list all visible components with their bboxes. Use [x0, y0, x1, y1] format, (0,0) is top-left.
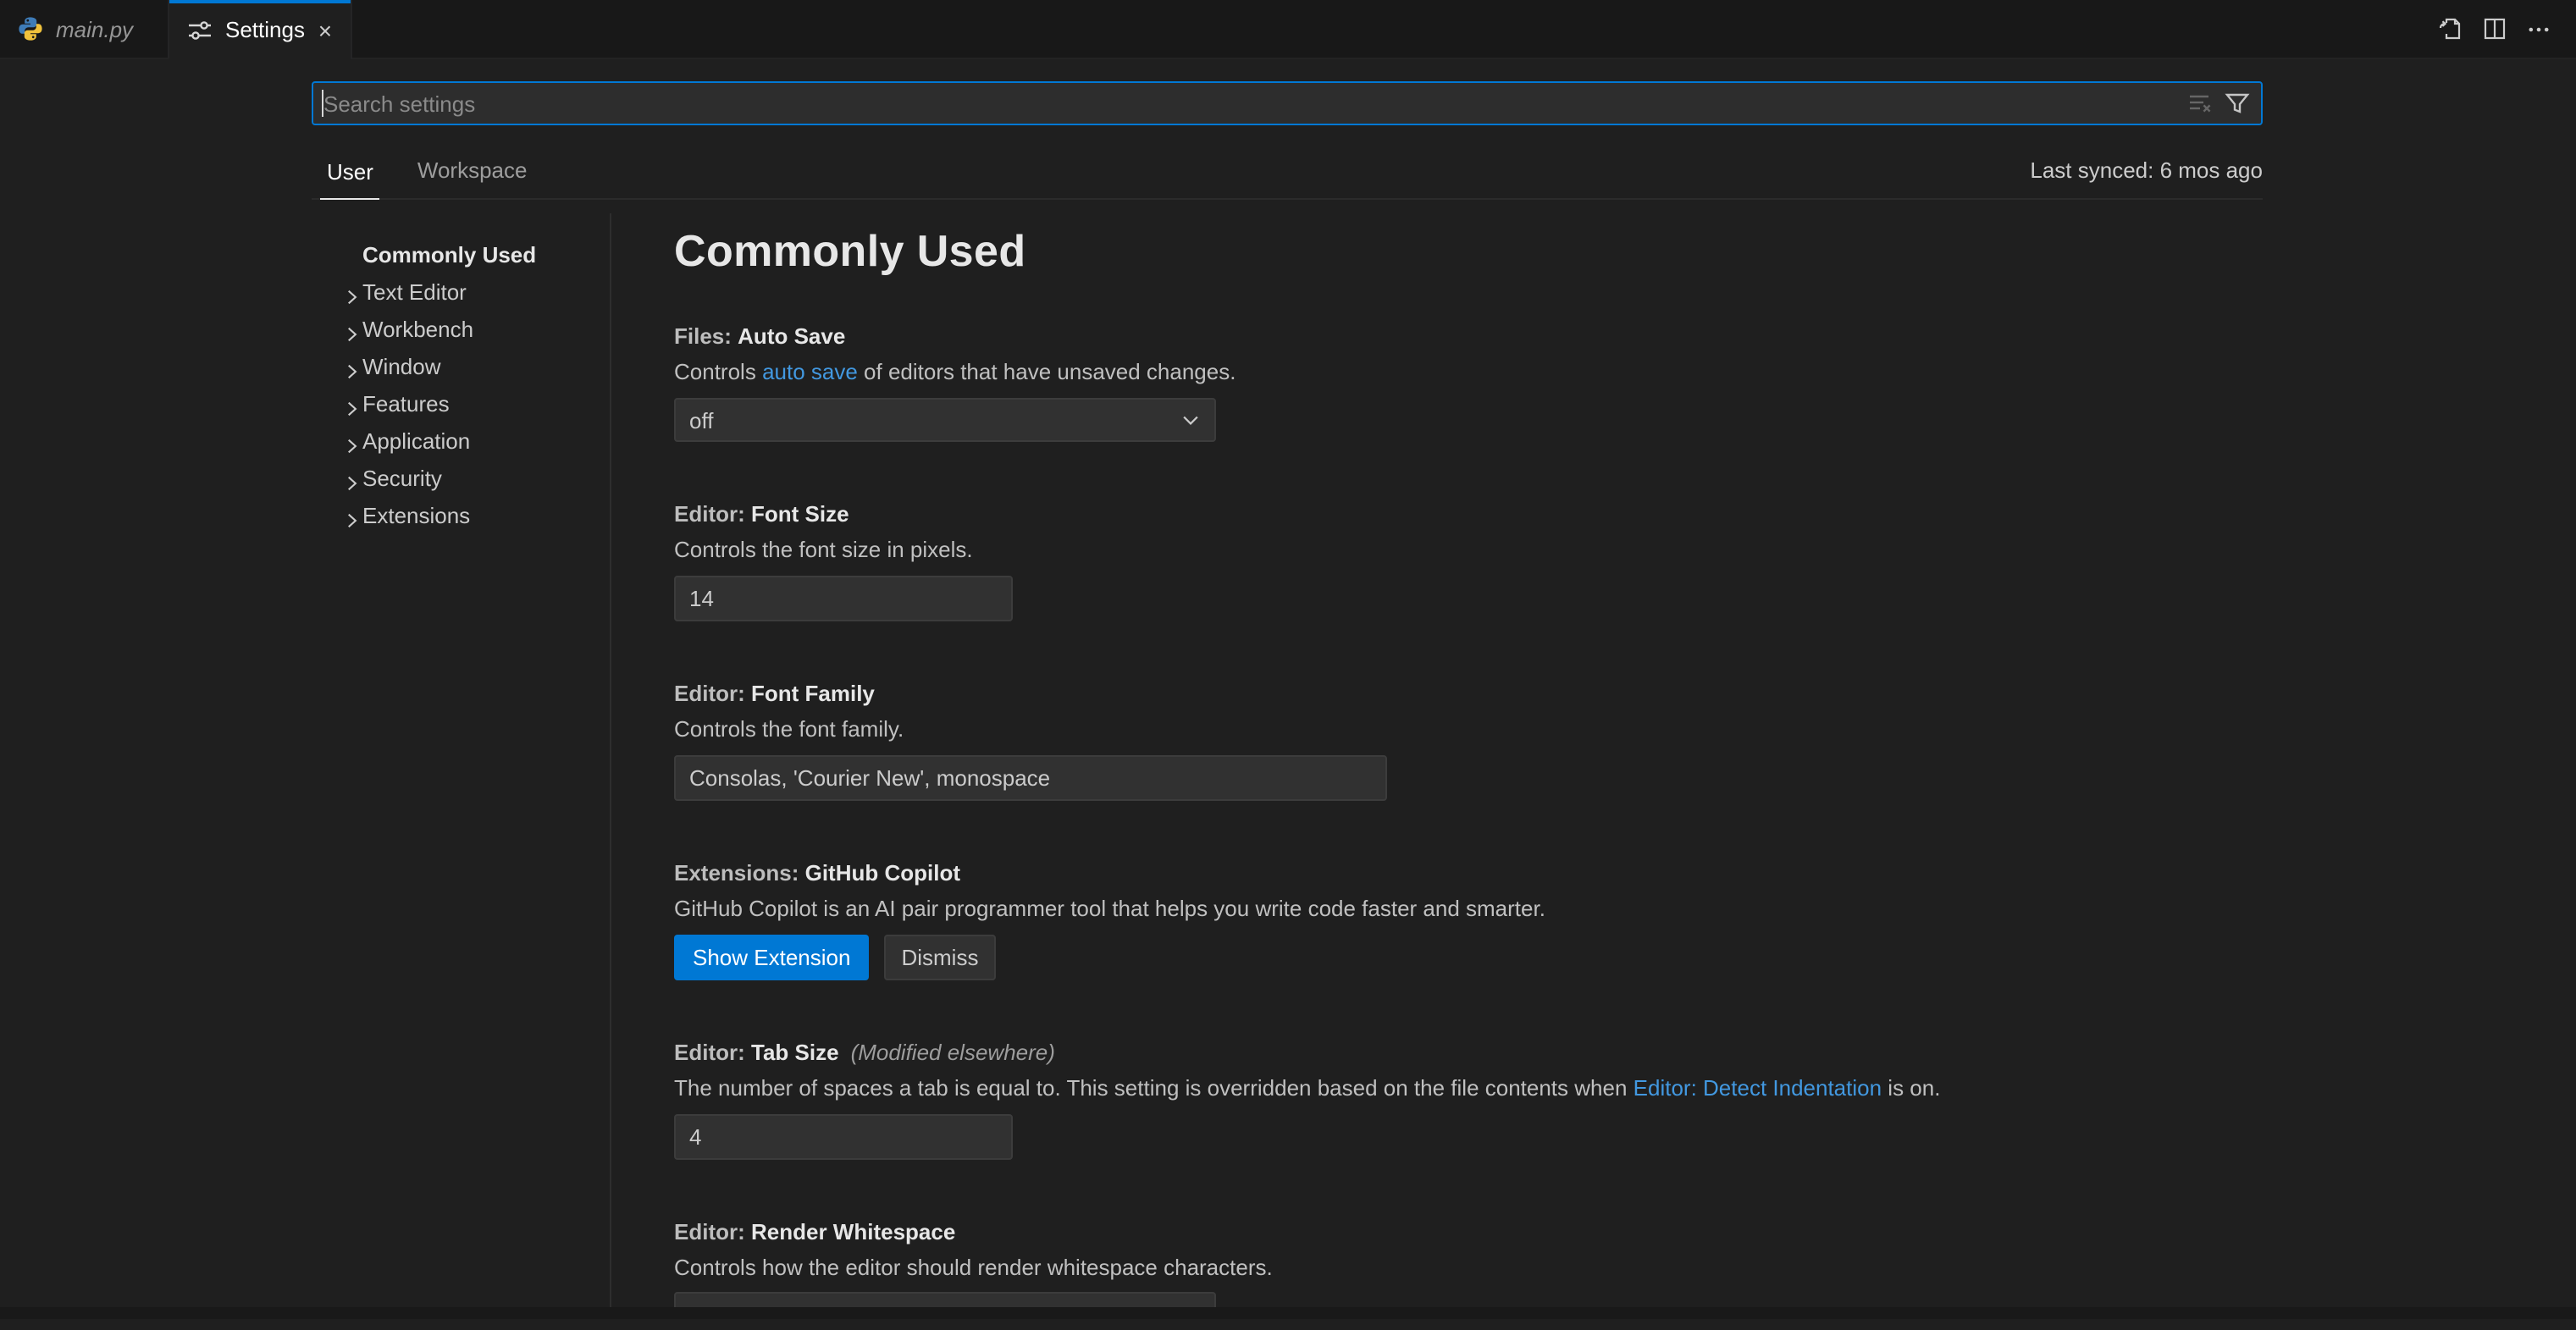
setting-description: Controls how the editor should render wh…: [674, 1253, 2525, 1283]
split-editor-icon[interactable]: [2481, 15, 2508, 42]
chevron-right-icon: [340, 468, 362, 490]
chevron-right-icon: [340, 282, 362, 304]
setting-description: Controls the font family.: [674, 715, 2525, 745]
toc-item-window[interactable]: Window: [312, 349, 608, 386]
setting-row-github-copilot: Extensions: GitHub Copilot GitHub Copilo…: [674, 858, 2525, 980]
font-size-input[interactable]: [674, 576, 1013, 621]
tab-workspace[interactable]: Workspace: [411, 157, 534, 198]
setting-row-files-autosave: Files: Auto Save Controls auto save of e…: [674, 322, 2525, 442]
setting-label: Editor: Font Size: [674, 499, 2525, 530]
toc-item-workbench[interactable]: Workbench: [312, 312, 608, 349]
tab-size-input[interactable]: [674, 1114, 1013, 1160]
toc-item-commonly-used[interactable]: Commonly Used: [312, 237, 608, 274]
search-actions: [2186, 90, 2261, 117]
show-extension-button[interactable]: Show Extension: [674, 935, 869, 980]
tab-main-py[interactable]: main.py: [0, 0, 169, 58]
tab-user[interactable]: User: [320, 158, 380, 200]
font-family-input[interactable]: [674, 755, 1387, 801]
filter-icon[interactable]: [2224, 90, 2251, 117]
detect-indentation-link[interactable]: Editor: Detect Indentation: [1633, 1075, 1882, 1101]
vscode-settings-window: main.py Settings ×: [0, 0, 2576, 1330]
chevron-down-icon: [1179, 408, 1202, 432]
setting-row-font-family: Editor: Font Family Controls the font fa…: [674, 679, 2525, 801]
modified-elsewhere-badge: (Modified elsewhere): [851, 1040, 1055, 1065]
python-icon: [17, 15, 44, 42]
settings-sliders-icon: [186, 16, 213, 43]
chevron-right-icon: [340, 394, 362, 416]
toc-sash[interactable]: [610, 213, 611, 1318]
bottom-edge-strip: [0, 1306, 2576, 1318]
editor-tab-bar: main.py Settings ×: [0, 0, 2576, 59]
settings-body: Commonly Used Text Editor Workbench Wind…: [0, 200, 2576, 1318]
tab-label: Settings: [225, 17, 305, 42]
chevron-right-icon: [340, 319, 362, 341]
setting-description: The number of spaces a tab is equal to. …: [674, 1073, 2525, 1104]
more-actions-icon[interactable]: [2525, 15, 2552, 42]
page-title: Commonly Used: [674, 220, 2525, 281]
editor-actions: [2437, 0, 2576, 58]
toc-item-application[interactable]: Application: [312, 423, 608, 461]
setting-row-render-whitespace: Editor: Render Whitespace Controls how t…: [674, 1217, 2525, 1318]
toc-item-features[interactable]: Features: [312, 386, 608, 423]
toc-item-text-editor[interactable]: Text Editor: [312, 274, 608, 312]
setting-description: Controls auto save of editors that have …: [674, 357, 2525, 388]
setting-description: GitHub Copilot is an AI pair programmer …: [674, 894, 2525, 924]
tab-label: main.py: [56, 16, 133, 41]
setting-row-font-size: Editor: Font Size Controls the font size…: [674, 499, 2525, 621]
setting-label: Editor: Font Family: [674, 679, 2525, 709]
tab-settings[interactable]: Settings ×: [169, 0, 352, 59]
clear-search-icon[interactable]: [2186, 90, 2214, 117]
auto-save-link[interactable]: auto save: [762, 359, 858, 384]
setting-label: Files: Auto Save: [674, 322, 2525, 352]
setting-row-tab-size: Editor: Tab Size(Modified elsewhere) The…: [674, 1038, 2525, 1160]
chevron-right-icon: [340, 356, 362, 378]
autosave-select[interactable]: off: [674, 398, 1216, 442]
setting-label: Extensions: GitHub Copilot: [674, 858, 2525, 889]
settings-scope-row: User Workspace Last synced: 6 mos ago: [312, 149, 2263, 200]
close-icon[interactable]: ×: [317, 18, 334, 41]
settings-list: Commonly Used Files: Auto Save Controls …: [674, 200, 2525, 1318]
settings-toc: Commonly Used Text Editor Workbench Wind…: [312, 237, 608, 535]
go-to-file-icon[interactable]: [2437, 15, 2464, 42]
search-input[interactable]: [313, 83, 2186, 124]
dismiss-button[interactable]: Dismiss: [884, 935, 995, 980]
setting-label: Editor: Tab Size(Modified elsewhere): [674, 1038, 2525, 1068]
settings-search-box: [312, 81, 2263, 125]
chevron-right-icon: [340, 431, 362, 453]
text-caret: [322, 90, 323, 117]
toc-item-extensions[interactable]: Extensions: [312, 498, 608, 535]
last-synced-status: Last synced: 6 mos ago: [2030, 157, 2263, 198]
setting-description: Controls the font size in pixels.: [674, 535, 2525, 566]
toc-item-security[interactable]: Security: [312, 461, 608, 498]
chevron-right-icon: [340, 505, 362, 527]
setting-label: Editor: Render Whitespace: [674, 1217, 2525, 1248]
